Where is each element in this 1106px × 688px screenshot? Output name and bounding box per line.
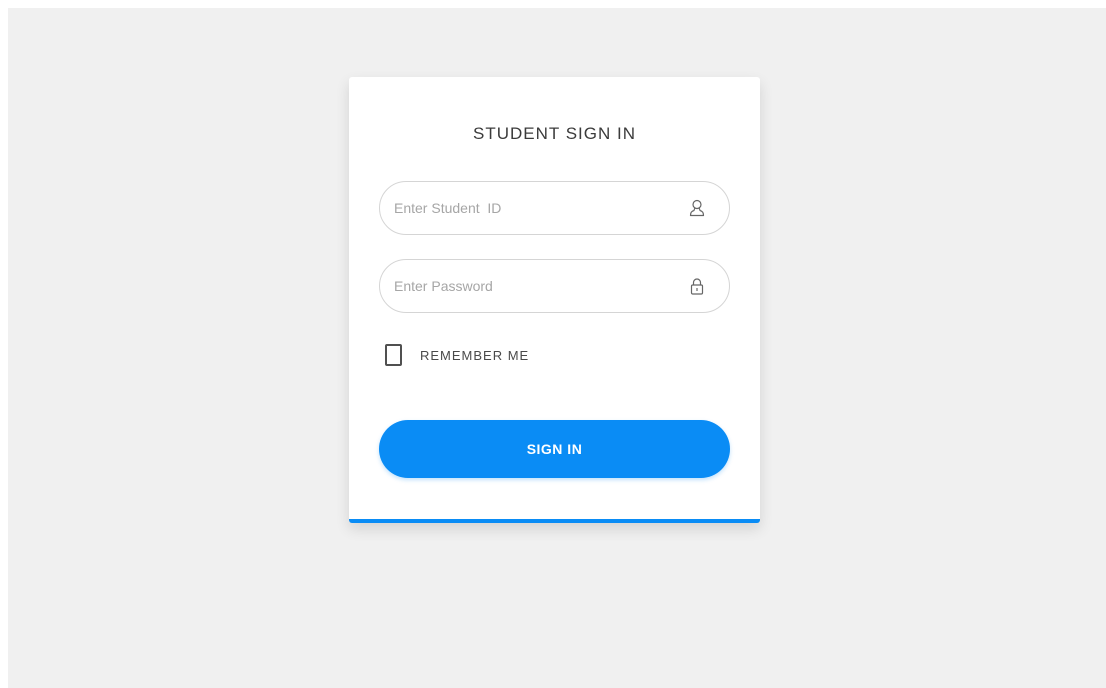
page-background: STUDENT SIGN IN REMEMBER ME SIGN IN: [8, 8, 1106, 688]
password-field[interactable]: [379, 259, 730, 313]
user-icon: [689, 199, 705, 217]
lock-icon: [690, 278, 704, 295]
sign-in-card: STUDENT SIGN IN REMEMBER ME SIGN IN: [349, 77, 760, 523]
student-id-field[interactable]: [379, 181, 730, 235]
form-title: STUDENT SIGN IN: [473, 124, 636, 143]
remember-me-option[interactable]: REMEMBER ME: [385, 342, 529, 368]
remember-me-checkbox[interactable]: [385, 344, 402, 366]
sign-in-button[interactable]: SIGN IN: [379, 420, 730, 478]
password-input[interactable]: [394, 260, 674, 312]
student-id-input[interactable]: [394, 182, 674, 234]
remember-me-label: REMEMBER ME: [420, 347, 530, 363]
